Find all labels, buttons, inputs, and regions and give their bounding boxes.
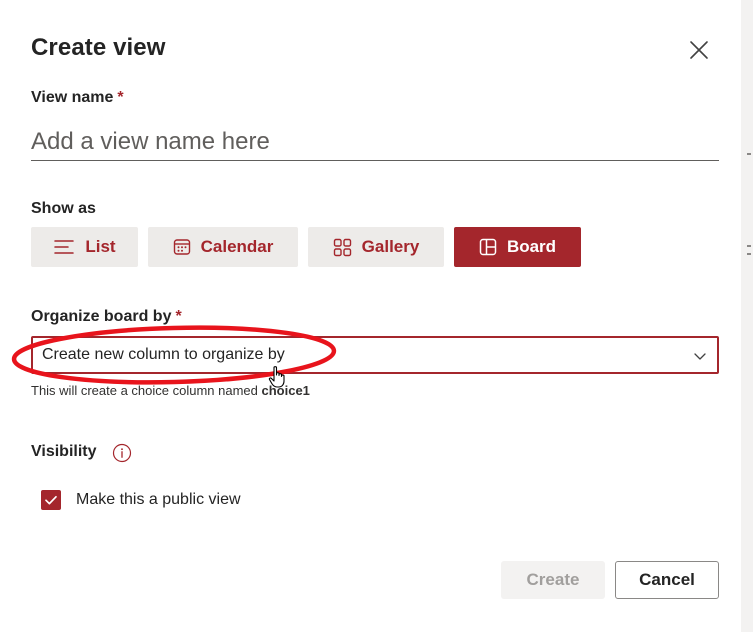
close-button[interactable]: [684, 34, 716, 66]
create-view-dialog: Create view View name* Show as List Cale…: [0, 0, 742, 632]
helper-column-name: choice1: [261, 383, 310, 398]
show-as-board-button[interactable]: Board: [454, 227, 581, 267]
board-icon: [479, 238, 497, 256]
gallery-icon: [333, 238, 351, 256]
show-as-gallery-button[interactable]: Gallery: [308, 227, 444, 267]
cancel-button[interactable]: Cancel: [615, 561, 719, 599]
calendar-icon: [173, 239, 190, 255]
info-icon[interactable]: [112, 443, 132, 463]
background-page-edge: [741, 0, 753, 632]
background-mark: [747, 153, 751, 155]
organize-board-by-label: Organize board by *: [31, 308, 182, 325]
list-label: List: [85, 237, 116, 256]
view-name-input[interactable]: [31, 124, 719, 161]
organize-by-selected-value: Create new column to organize by: [42, 346, 285, 363]
required-mark: *: [117, 89, 124, 106]
visibility-label: Visibility: [31, 443, 97, 460]
list-icon: [54, 240, 75, 254]
calendar-label: Calendar: [200, 237, 274, 256]
chevron-down-icon: [694, 353, 706, 360]
show-as-label: Show as: [31, 200, 96, 217]
dialog-title: Create view: [31, 34, 166, 61]
required-mark: *: [175, 308, 182, 325]
organize-by-dropdown[interactable]: Create new column to organize by: [31, 336, 719, 374]
background-mark: [747, 253, 751, 255]
close-icon: [690, 41, 708, 59]
public-view-checkbox[interactable]: [41, 490, 61, 510]
public-view-checkbox-label[interactable]: Make this a public view: [76, 491, 241, 509]
gallery-label: Gallery: [361, 237, 420, 256]
show-as-calendar-button[interactable]: Calendar: [148, 227, 298, 267]
create-button[interactable]: Create: [501, 561, 605, 599]
organize-helper-text: This will create a choice column named c…: [31, 383, 310, 398]
board-label: Board: [506, 237, 557, 256]
view-name-label: View name *: [31, 89, 124, 106]
show-as-list-button[interactable]: List: [31, 227, 138, 267]
background-mark: [747, 245, 751, 247]
checkmark-icon: [45, 495, 57, 505]
